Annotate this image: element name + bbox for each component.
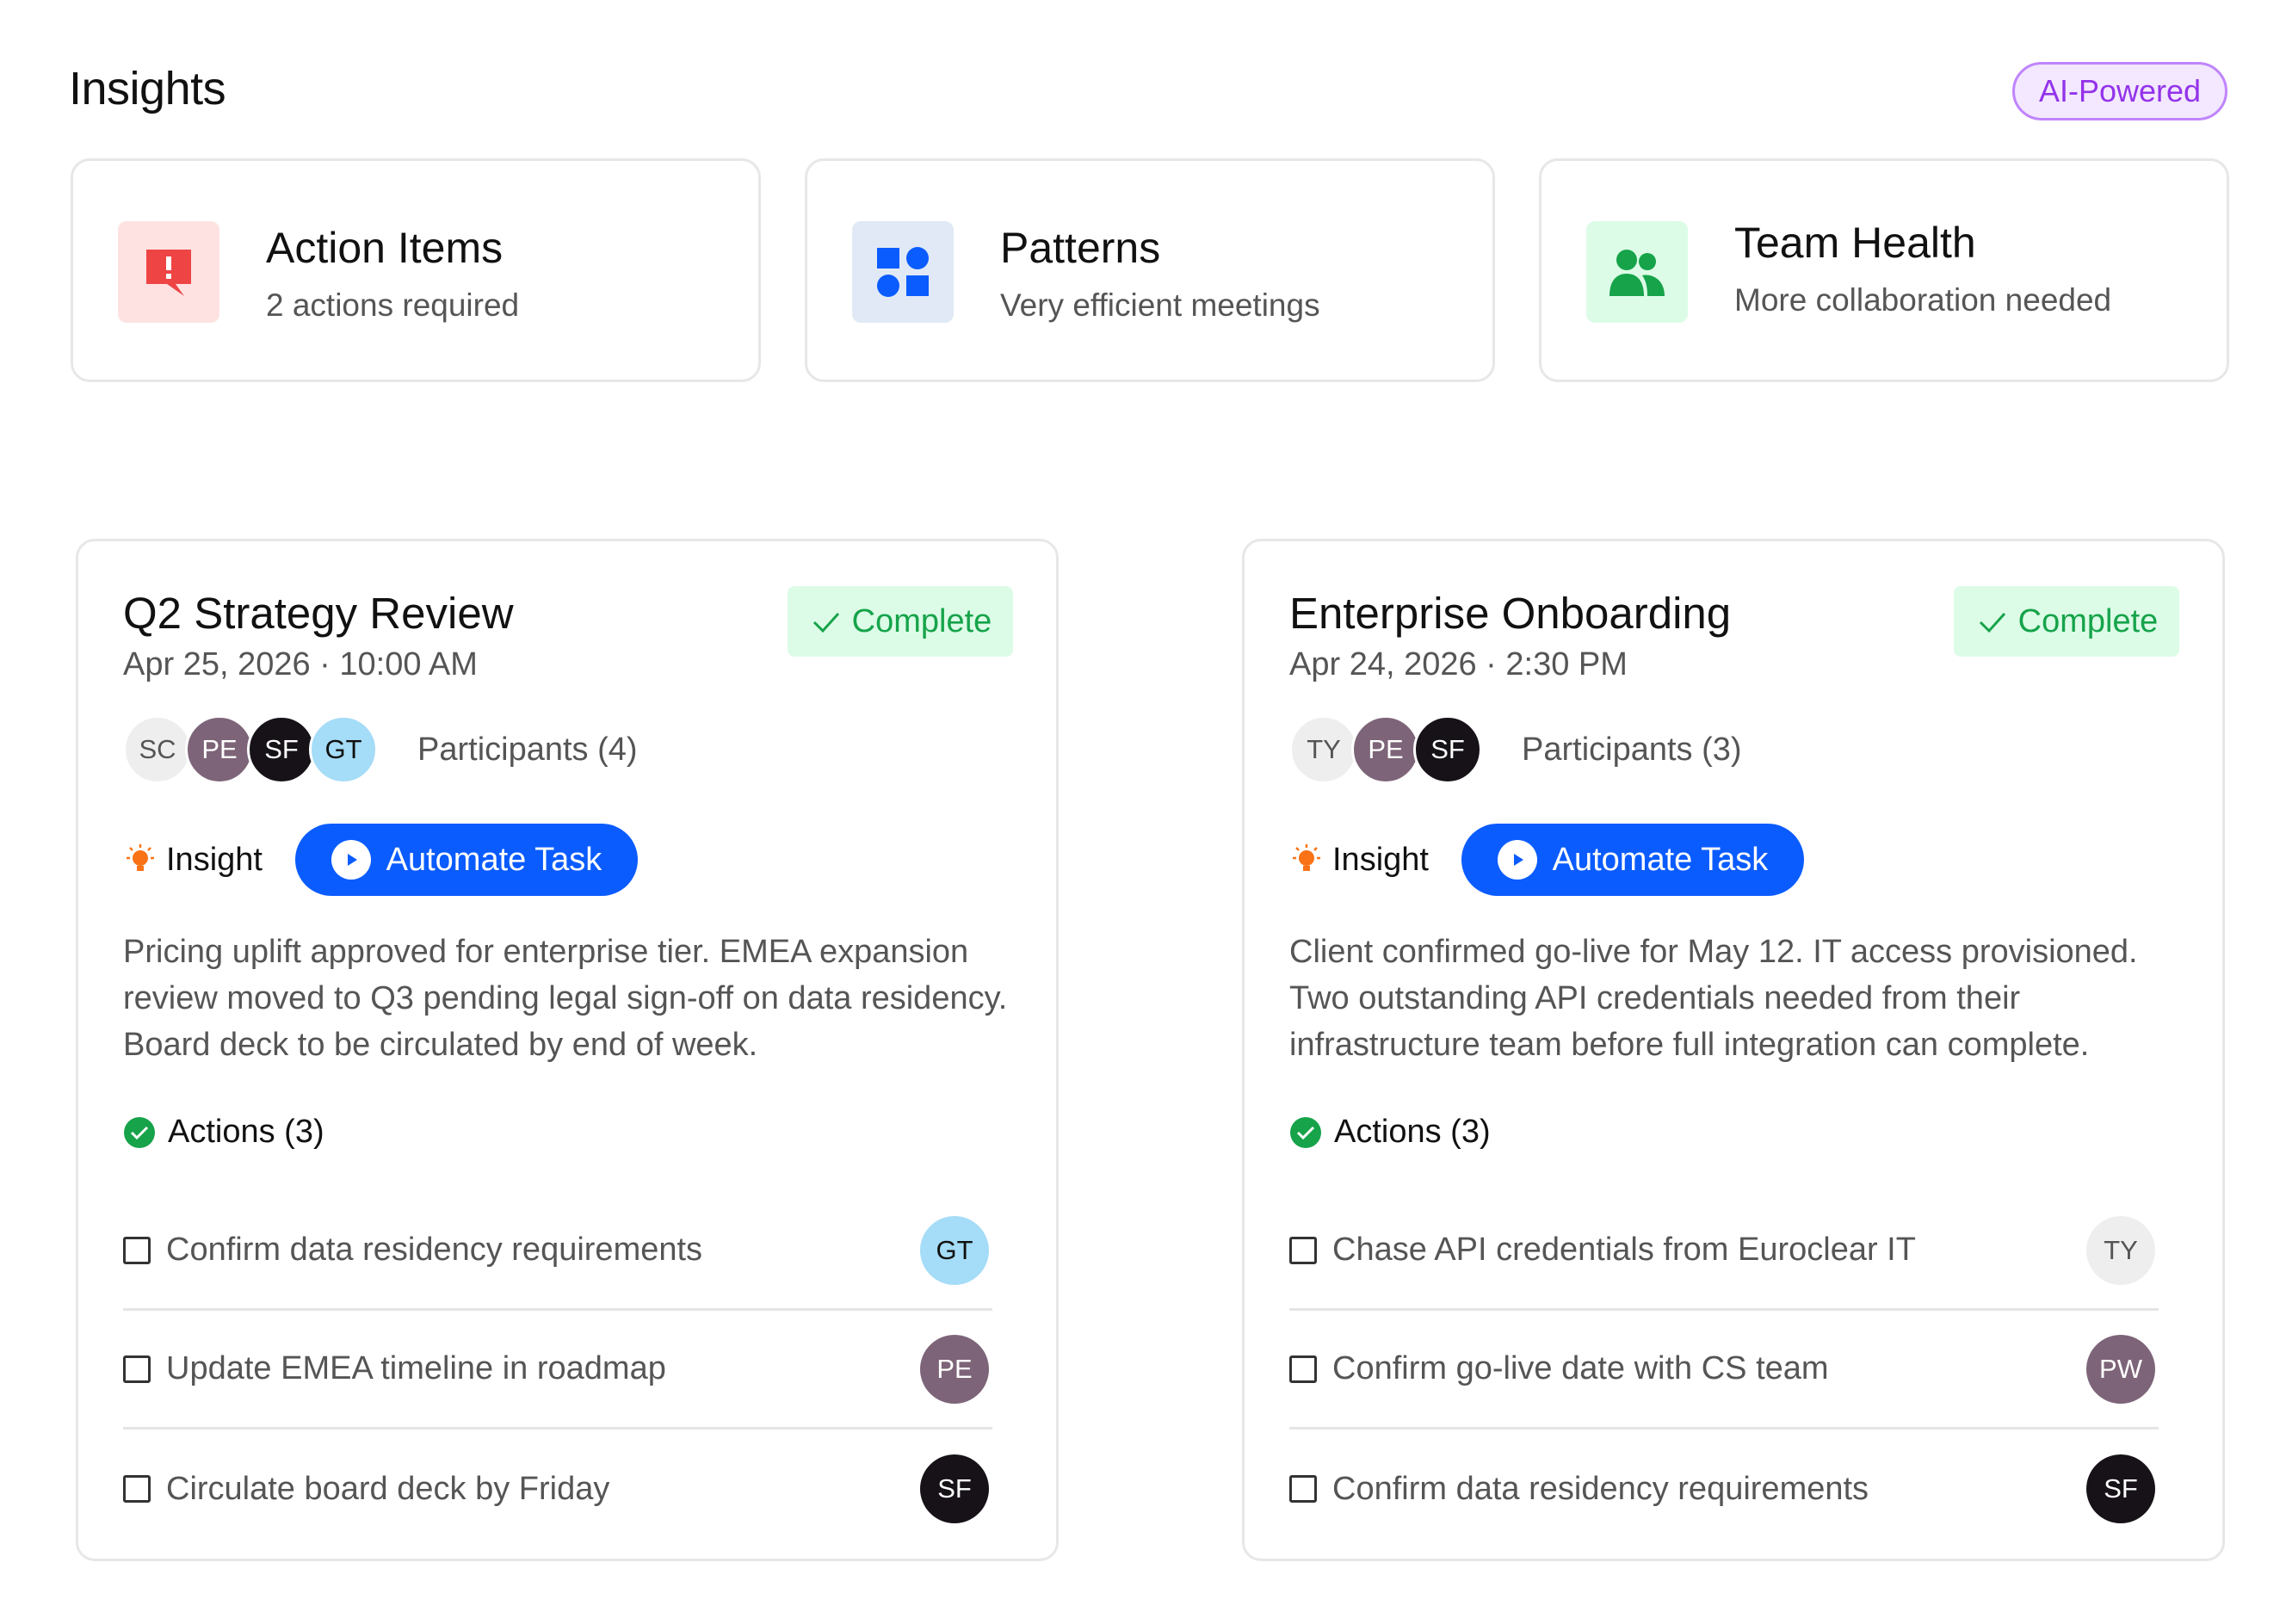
summary-card-patterns[interactable]: Patterns Very efficient meetings — [805, 158, 1495, 382]
meeting-summary: Client confirmed go-live for May 12. IT … — [1289, 934, 2138, 1063]
automate-task-button[interactable]: Automate Task — [294, 824, 638, 896]
avatar[interactable]: SF — [247, 715, 316, 784]
assignee-avatar[interactable]: SF — [2086, 1454, 2155, 1523]
summary-subtitle: More collaboration needed — [1734, 282, 2112, 318]
participants-row: SC PE SF GT Participants (4) — [123, 715, 638, 784]
ai-powered-badge: AI-Powered — [2012, 62, 2227, 120]
action-list: Confirm data residency requirements GT U… — [123, 1192, 992, 1548]
action-text: Confirm go-live date with CS team — [1332, 1350, 1829, 1386]
avatar[interactable]: PE — [1351, 715, 1420, 784]
avatar[interactable]: PE — [185, 715, 254, 784]
summary-title: Team Health — [1734, 219, 1976, 267]
actions-heading: Actions (3) — [1289, 1114, 1491, 1151]
action-item[interactable]: Update EMEA timeline in roadmap PE — [123, 1311, 992, 1429]
play-icon — [1497, 840, 1537, 880]
summary-title: Patterns — [1000, 224, 1161, 272]
meeting-date: Apr 24, 2026 · 2:30 PM — [1289, 646, 1628, 682]
summary-title: Action Items — [266, 224, 504, 272]
alert-message-icon — [118, 221, 219, 323]
action-item[interactable]: Confirm data residency requirements SF — [1289, 1429, 2159, 1548]
action-checkbox[interactable] — [1289, 1236, 1317, 1264]
insight-label: Insight — [1289, 842, 1429, 879]
summary-subtitle: Very efficient meetings — [1000, 287, 1320, 323]
action-item[interactable]: Confirm go-live date with CS team PW — [1289, 1311, 2159, 1429]
automate-task-label: Automate Task — [386, 841, 602, 878]
status-label: Complete — [2017, 602, 2159, 639]
meeting-title: Q2 Strategy Review — [123, 589, 514, 638]
action-item[interactable]: Confirm data residency requirements GT — [123, 1192, 992, 1311]
action-checkbox[interactable] — [1289, 1355, 1317, 1383]
participants-label: Participants (3) — [1522, 731, 1742, 768]
avatar[interactable]: SF — [1413, 715, 1482, 784]
action-text: Circulate board deck by Friday — [166, 1470, 610, 1507]
status-label: Complete — [851, 602, 992, 639]
action-text: Update EMEA timeline in roadmap — [166, 1350, 666, 1386]
meeting-summary: Pricing uplift approved for enterprise t… — [123, 934, 1008, 1063]
participants-label: Participants (4) — [417, 731, 638, 768]
action-text: Chase API credentials from Euroclear IT — [1332, 1232, 1916, 1268]
action-list: Chase API credentials from Euroclear IT … — [1289, 1192, 2159, 1548]
assignee-avatar[interactable]: SF — [920, 1454, 989, 1523]
people-icon — [1586, 221, 1688, 323]
avatar[interactable]: SC — [123, 715, 192, 784]
participant-avatars: TY PE SF — [1289, 715, 1482, 784]
participants-row: TY PE SF Participants (3) — [1289, 715, 1742, 784]
actions-label: Actions (3) — [168, 1114, 324, 1150]
lightbulb-icon — [1293, 844, 1320, 871]
action-checkbox[interactable] — [1289, 1475, 1317, 1503]
automate-task-label: Automate Task — [1552, 841, 1769, 878]
action-checkbox[interactable] — [123, 1475, 151, 1503]
avatar[interactable]: TY — [1289, 715, 1358, 784]
action-checkbox[interactable] — [123, 1355, 151, 1383]
meeting-date: Apr 25, 2026 · 10:00 AM — [123, 646, 478, 682]
status-badge: Complete — [1954, 586, 2179, 657]
action-item[interactable]: Chase API credentials from Euroclear IT … — [1289, 1192, 2159, 1311]
assignee-avatar[interactable]: PW — [2086, 1334, 2155, 1404]
meeting-card-enterprise-onboarding[interactable]: Enterprise Onboarding Apr 24, 2026 · 2:3… — [1242, 539, 2225, 1561]
meeting-card-q2-strategy-review[interactable]: Q2 Strategy Review Apr 25, 2026 · 10:00 … — [76, 539, 1059, 1561]
assignee-avatar[interactable]: PE — [920, 1334, 989, 1404]
summary-card-team-health[interactable]: Team Health More collaboration needed — [1539, 158, 2229, 382]
participant-avatars: SC PE SF GT — [123, 715, 378, 784]
meeting-title: Enterprise Onboarding — [1289, 589, 1732, 638]
action-item[interactable]: Circulate board deck by Friday SF — [123, 1429, 992, 1548]
insight-text: Insight — [1332, 841, 1429, 878]
assignee-avatar[interactable]: GT — [920, 1215, 989, 1285]
action-checkbox[interactable] — [123, 1236, 151, 1264]
assignee-avatar[interactable]: TY — [2086, 1215, 2155, 1285]
actions-label: Actions (3) — [1334, 1114, 1491, 1150]
summary-card-action-items[interactable]: Action Items 2 actions required — [71, 158, 761, 382]
actions-heading: Actions (3) — [123, 1114, 324, 1151]
check-circle-icon — [124, 1116, 155, 1148]
action-text: Confirm data residency requirements — [1332, 1470, 1869, 1507]
play-icon — [331, 840, 371, 880]
summary-subtitle: 2 actions required — [266, 287, 520, 323]
shapes-icon — [852, 221, 954, 323]
insight-text: Insight — [166, 841, 263, 878]
status-badge: Complete — [788, 586, 1013, 657]
action-text: Confirm data residency requirements — [166, 1232, 703, 1268]
check-icon — [1979, 612, 2005, 633]
insight-label: Insight — [123, 842, 263, 879]
page-title: Insights — [69, 63, 226, 114]
avatar[interactable]: GT — [309, 715, 378, 784]
lightbulb-icon — [127, 844, 154, 871]
check-circle-icon — [1290, 1116, 1321, 1148]
automate-task-button[interactable]: Automate Task — [1461, 824, 1804, 896]
check-icon — [812, 612, 839, 633]
